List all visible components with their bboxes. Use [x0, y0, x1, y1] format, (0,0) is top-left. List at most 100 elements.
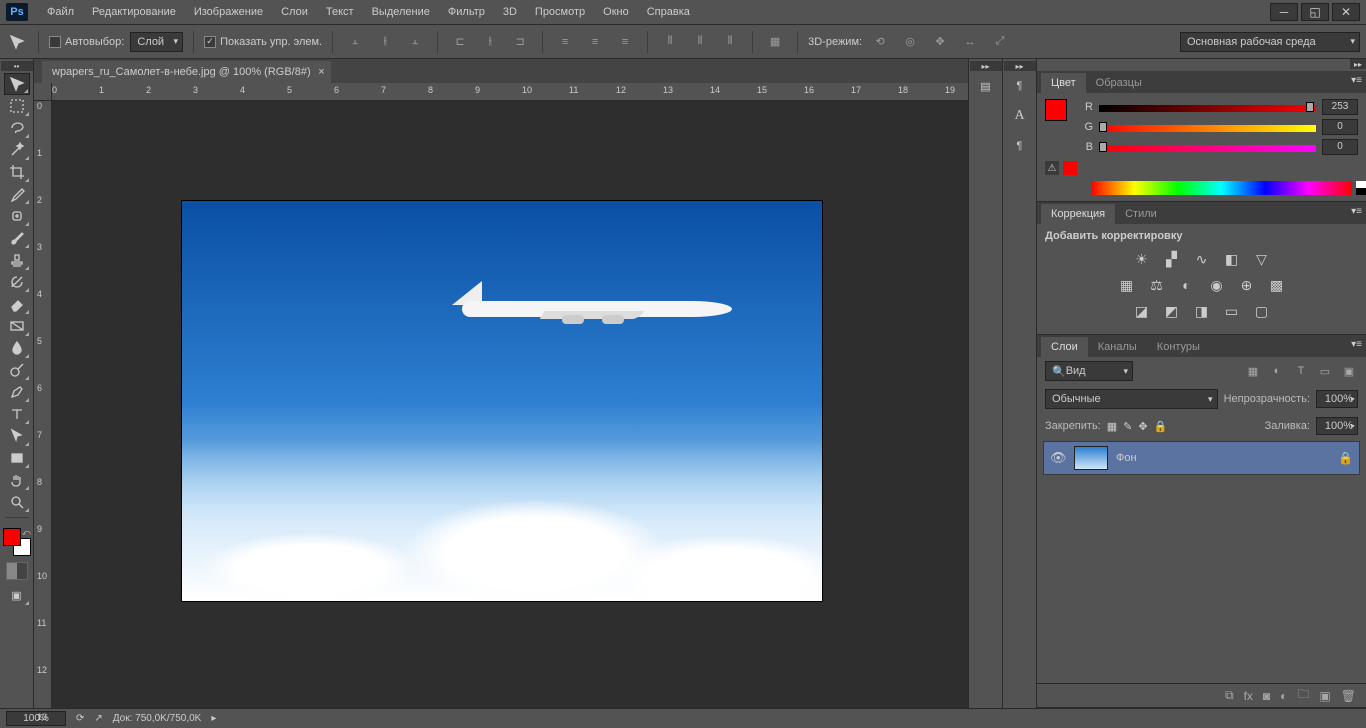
canvas-viewport[interactable]	[52, 101, 968, 708]
tab-color[interactable]: Цвет	[1041, 73, 1086, 93]
dist-bottom-icon[interactable]: ≡	[613, 31, 637, 53]
new-group-icon[interactable]: 🗀	[1297, 685, 1309, 706]
window-restore-button[interactable]: ◱	[1301, 3, 1329, 21]
curves-icon[interactable]: ∿	[1192, 250, 1212, 268]
foreground-color-swatch[interactable]	[3, 528, 21, 546]
opacity-value[interactable]: 100%	[1316, 390, 1358, 408]
g-value[interactable]: 0	[1322, 119, 1358, 135]
tab-styles[interactable]: Стили	[1115, 204, 1167, 224]
document-tab[interactable]: wpapers_ru_Самолет-в-небе.jpg @ 100% (RG…	[42, 61, 331, 83]
toolbox-collapse[interactable]: ••	[1, 61, 33, 71]
gamut-warning-icon[interactable]: ⚠	[1045, 161, 1059, 175]
r-value[interactable]: 253	[1322, 99, 1358, 115]
lock-pixels-icon[interactable]: ▦	[1107, 420, 1117, 433]
dist-left-icon[interactable]: ⫴	[658, 31, 682, 53]
visibility-icon[interactable]: 👁	[1050, 450, 1066, 466]
strip-expand[interactable]: ▸▸	[970, 61, 1002, 71]
tool-crop[interactable]	[4, 161, 30, 183]
ruler-origin[interactable]	[34, 83, 52, 101]
panel-menu-icon[interactable]: ▾≡	[1351, 75, 1362, 86]
show-transform-checkbox[interactable]: ✓Показать упр. элем.	[204, 36, 322, 48]
doc-info-arrow-icon[interactable]: ▸	[211, 713, 216, 724]
dist-right-icon[interactable]: ⫴	[718, 31, 742, 53]
ruler-horizontal[interactable]: 012345678910111213141516171819	[52, 83, 968, 101]
menu-help[interactable]: Справка	[638, 0, 699, 25]
g-slider[interactable]	[1099, 122, 1316, 132]
tool-lasso[interactable]	[4, 117, 30, 139]
window-close-button[interactable]: ✕	[1332, 3, 1360, 21]
menu-view[interactable]: Просмотр	[526, 0, 594, 25]
menu-edit[interactable]: Редактирование	[83, 0, 185, 25]
color-preview[interactable]	[1045, 99, 1073, 127]
b-slider[interactable]	[1099, 142, 1316, 152]
tool-history-brush[interactable]	[4, 271, 30, 293]
tool-heal[interactable]	[4, 205, 30, 227]
3d-slide-icon[interactable]: ↔	[958, 31, 982, 53]
lock-all-icon[interactable]: 🔒	[1154, 420, 1168, 433]
3d-roll-icon[interactable]: ◎	[898, 31, 922, 53]
new-layer-icon[interactable]: ▣	[1319, 689, 1330, 703]
dist-top-icon[interactable]: ≡	[553, 31, 577, 53]
auto-select-target[interactable]: Слой	[130, 32, 183, 52]
tool-stamp[interactable]	[4, 249, 30, 271]
paragraph-panel-icon[interactable]: ¶	[1007, 73, 1033, 99]
strip-expand[interactable]: ▸▸	[1004, 61, 1036, 71]
layer-style-icon[interactable]: fx	[1244, 689, 1253, 703]
tool-zoom[interactable]	[4, 491, 30, 513]
menu-file[interactable]: Файл	[38, 0, 83, 25]
exposure-icon[interactable]: ◧	[1222, 250, 1242, 268]
tool-text[interactable]	[4, 403, 30, 425]
character-panel-icon[interactable]: A	[1007, 103, 1033, 129]
glyphs-panel-icon[interactable]: ¶	[1007, 133, 1033, 159]
tab-channels[interactable]: Каналы	[1088, 337, 1147, 357]
swap-colors-icon[interactable]: ⤺	[22, 528, 31, 538]
tool-pen[interactable]	[4, 381, 30, 403]
filter-adjust-icon[interactable]: ◐	[1268, 362, 1286, 380]
zoom-field[interactable]: 100%	[6, 711, 66, 726]
menu-3d[interactable]: 3D	[494, 0, 526, 25]
link-layers-icon[interactable]: ⧉	[1225, 688, 1234, 703]
layer-thumbnail[interactable]	[1074, 446, 1108, 470]
canvas[interactable]	[182, 201, 822, 601]
align-right-icon[interactable]: ⊐	[508, 31, 532, 53]
layer-name[interactable]: Фон	[1116, 452, 1137, 464]
menu-layers[interactable]: Слои	[272, 0, 317, 25]
photo-filter-icon[interactable]: ◉	[1207, 276, 1227, 294]
fill-value[interactable]: 100%	[1316, 417, 1358, 435]
window-minimize-button[interactable]: ─	[1270, 3, 1298, 21]
brightness-icon[interactable]: ☀	[1132, 250, 1152, 268]
close-icon[interactable]: ×	[318, 66, 324, 78]
dist-vcenter-icon[interactable]: ≡	[583, 31, 607, 53]
bw-icon[interactable]: ◐	[1177, 276, 1197, 294]
menu-select[interactable]: Выделение	[363, 0, 439, 25]
lock-paint-icon[interactable]: ✎	[1123, 420, 1132, 433]
tool-marquee[interactable]	[4, 95, 30, 117]
expose-icon[interactable]: ↗	[94, 713, 102, 724]
tool-path-select[interactable]	[4, 425, 30, 447]
menu-filter[interactable]: Фильтр	[439, 0, 494, 25]
panel-menu-icon[interactable]: ▾≡	[1351, 206, 1362, 217]
filter-text-icon[interactable]: T	[1292, 362, 1310, 380]
new-fill-icon[interactable]: ◐	[1280, 689, 1287, 703]
color-swatches[interactable]: ⤺	[3, 528, 31, 556]
tab-adjustments[interactable]: Коррекция	[1041, 204, 1115, 224]
filter-smart-icon[interactable]: ▣	[1340, 362, 1358, 380]
tab-swatches[interactable]: Образцы	[1086, 73, 1152, 93]
screen-mode[interactable]: ▣	[4, 584, 30, 606]
history-panel-icon[interactable]: ▤	[973, 73, 999, 99]
auto-align-icon[interactable]: ▦	[763, 31, 787, 53]
r-slider[interactable]	[1099, 102, 1316, 112]
layer-filter-type[interactable]: 🔍 Вид	[1045, 361, 1133, 381]
tool-brush[interactable]	[4, 227, 30, 249]
tab-layers[interactable]: Слои	[1041, 337, 1088, 357]
gamut-swatch[interactable]	[1063, 161, 1077, 175]
dist-hcenter-icon[interactable]: ⫴	[688, 31, 712, 53]
delete-layer-icon[interactable]: 🗑	[1341, 689, 1356, 703]
lock-icon[interactable]: 🔒	[1338, 451, 1353, 465]
levels-icon[interactable]: ▞	[1162, 250, 1182, 268]
quick-mask-toggle[interactable]	[6, 562, 28, 580]
tool-dodge[interactable]	[4, 359, 30, 381]
tool-wand[interactable]	[4, 139, 30, 161]
align-left-icon[interactable]: ⊏	[448, 31, 472, 53]
tool-hand[interactable]	[4, 469, 30, 491]
